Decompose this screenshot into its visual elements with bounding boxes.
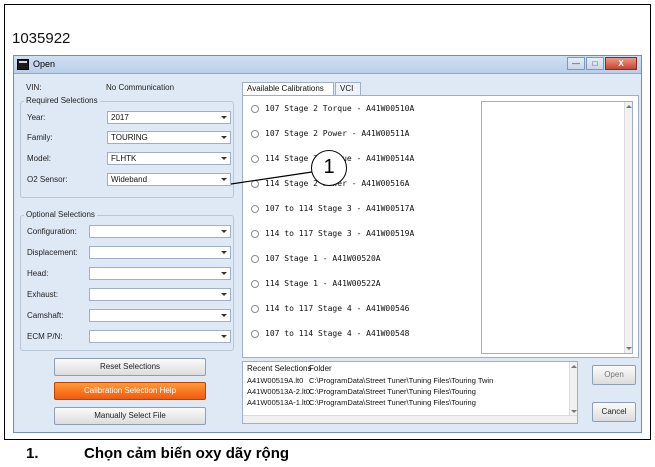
calibration-label: 114 to 117 Stage 3 - A41W00519A xyxy=(265,229,415,238)
chevron-down-icon xyxy=(221,251,227,254)
year-select[interactable]: 2017 xyxy=(107,111,231,124)
head-label: Head: xyxy=(27,269,49,278)
chevron-down-icon xyxy=(221,178,227,181)
year-value: 2017 xyxy=(111,113,129,122)
open-dialog: Open — □ X VIN: No Communication Require… xyxy=(13,55,642,433)
calibration-label: 107 Stage 2 Power - A41W00511A xyxy=(265,129,410,138)
head-select[interactable] xyxy=(89,267,231,280)
scroll-up-icon[interactable] xyxy=(626,105,632,108)
recent-file: A41W00519A.lt0 xyxy=(247,376,304,385)
horizontal-scrollbar[interactable] xyxy=(243,415,577,423)
figure-id: 1035922 xyxy=(12,30,71,47)
selection-panel: VIN: No Communication Required Selection… xyxy=(18,78,236,428)
radio-icon[interactable] xyxy=(251,305,259,313)
displacement-label: Displacement: xyxy=(27,248,78,257)
radio-icon[interactable] xyxy=(251,130,259,138)
vertical-scrollbar[interactable] xyxy=(624,102,632,353)
scroll-down-icon[interactable] xyxy=(626,347,632,350)
recent-file: A41W00513A-1.lt0 xyxy=(247,398,310,407)
recent-column-folder[interactable]: Folder xyxy=(309,364,332,373)
tab-available-calibrations[interactable]: Available Calibrations xyxy=(242,82,334,96)
configuration-label: Configuration: xyxy=(27,227,77,236)
recent-column-file[interactable]: Recent Selections xyxy=(247,364,311,373)
radio-icon[interactable] xyxy=(251,330,259,338)
caption-text: Chọn cảm biến oxy dãy rộng xyxy=(84,445,290,462)
vin-value: No Communication xyxy=(106,83,175,92)
radio-icon[interactable] xyxy=(251,205,259,213)
title-bar[interactable]: Open — □ X xyxy=(14,56,641,74)
chevron-down-icon xyxy=(221,335,227,338)
optional-selections-title: Optional Selections xyxy=(24,210,97,219)
exhaust-label: Exhaust: xyxy=(27,290,59,299)
open-button[interactable]: Open xyxy=(592,365,636,385)
exhaust-select[interactable] xyxy=(89,288,231,301)
recent-file: A41W00513A-2.lt0 xyxy=(247,387,310,396)
vertical-scrollbar[interactable] xyxy=(569,362,577,416)
close-button[interactable]: X xyxy=(605,57,637,70)
scroll-up-icon[interactable] xyxy=(571,365,577,368)
chevron-down-icon xyxy=(221,314,227,317)
chevron-down-icon xyxy=(221,230,227,233)
radio-icon[interactable] xyxy=(251,155,259,163)
calibration-help-button[interactable]: Calibration Selection Help xyxy=(54,382,206,400)
optional-selections-group: Optional Selections Configuration: Displ… xyxy=(20,210,234,351)
caption-number: 1. xyxy=(26,445,39,462)
required-selections-group: Required Selections Year: 2017 Family: T… xyxy=(20,96,234,198)
calibration-label: 107 to 114 Stage 4 - A41W00548 xyxy=(265,329,410,338)
tab-vci[interactable]: VCI xyxy=(335,82,361,95)
model-select[interactable]: FLHTK xyxy=(107,152,231,165)
calibration-label: 114 Stage 1 - A41W00522A xyxy=(265,279,381,288)
callout-number: 1 xyxy=(311,150,347,186)
radio-icon[interactable] xyxy=(251,230,259,238)
chevron-down-icon xyxy=(221,293,227,296)
chevron-down-icon xyxy=(221,272,227,275)
window-controls: — □ X xyxy=(566,57,637,72)
family-select[interactable]: TOURING xyxy=(107,131,231,144)
required-selections-title: Required Selections xyxy=(24,96,100,105)
manually-select-file-button[interactable]: Manually Select File xyxy=(54,407,206,425)
dialog-body: VIN: No Communication Required Selection… xyxy=(18,78,639,428)
displacement-select[interactable] xyxy=(89,246,231,259)
ecm-pn-select[interactable] xyxy=(89,330,231,343)
recent-folder: C:\ProgramData\Street Tuner\Tuning Files… xyxy=(309,376,494,385)
scroll-down-icon[interactable] xyxy=(571,410,577,413)
camshaft-label: Camshaft: xyxy=(27,311,64,320)
radio-icon[interactable] xyxy=(251,280,259,288)
calibration-label: 107 Stage 1 - A41W00520A xyxy=(265,254,381,263)
configuration-select[interactable] xyxy=(89,225,231,238)
recent-folder: C:\ProgramData\Street Tuner\Tuning Files… xyxy=(309,387,476,396)
calibration-description-box[interactable] xyxy=(481,101,633,354)
vin-label: VIN: xyxy=(26,83,42,92)
recent-folder: C:\ProgramData\Street Tuner\Tuning Files… xyxy=(309,398,476,407)
camshaft-select[interactable] xyxy=(89,309,231,322)
calibration-label: 114 to 117 Stage 4 - A41W00546 xyxy=(265,304,410,313)
family-value: TOURING xyxy=(111,133,148,142)
maximize-button[interactable]: □ xyxy=(586,57,604,70)
window-title: Open xyxy=(33,59,56,69)
recent-selections-list: Recent Selections Folder A41W00519A.lt0 … xyxy=(242,361,578,424)
reset-selections-button[interactable]: Reset Selections xyxy=(54,358,206,376)
chevron-down-icon xyxy=(221,136,227,139)
calibrations-panel: 107 Stage 2 Torque - A41W00510A 107 Stag… xyxy=(242,95,639,358)
calibration-label: 107 to 114 Stage 3 - A41W00517A xyxy=(265,204,415,213)
radio-icon[interactable] xyxy=(251,180,259,188)
year-label: Year: xyxy=(27,113,46,122)
cancel-button[interactable]: Cancel xyxy=(592,402,636,422)
ecm-pn-label: ECM P/N: xyxy=(27,332,63,341)
minimize-button[interactable]: — xyxy=(567,57,585,70)
family-label: Family: xyxy=(27,133,53,142)
o2-sensor-select[interactable]: Wideband xyxy=(107,173,231,186)
radio-icon[interactable] xyxy=(251,255,259,263)
o2-sensor-label: O2 Sensor: xyxy=(27,175,68,184)
calibration-label: 107 Stage 2 Torque - A41W00510A xyxy=(265,104,415,113)
model-value: FLHTK xyxy=(111,154,137,163)
model-label: Model: xyxy=(27,154,52,163)
chevron-down-icon xyxy=(221,157,227,160)
window-icon xyxy=(17,59,29,70)
chevron-down-icon xyxy=(221,116,227,119)
radio-icon[interactable] xyxy=(251,105,259,113)
o2-sensor-value: Wideband xyxy=(111,175,148,184)
